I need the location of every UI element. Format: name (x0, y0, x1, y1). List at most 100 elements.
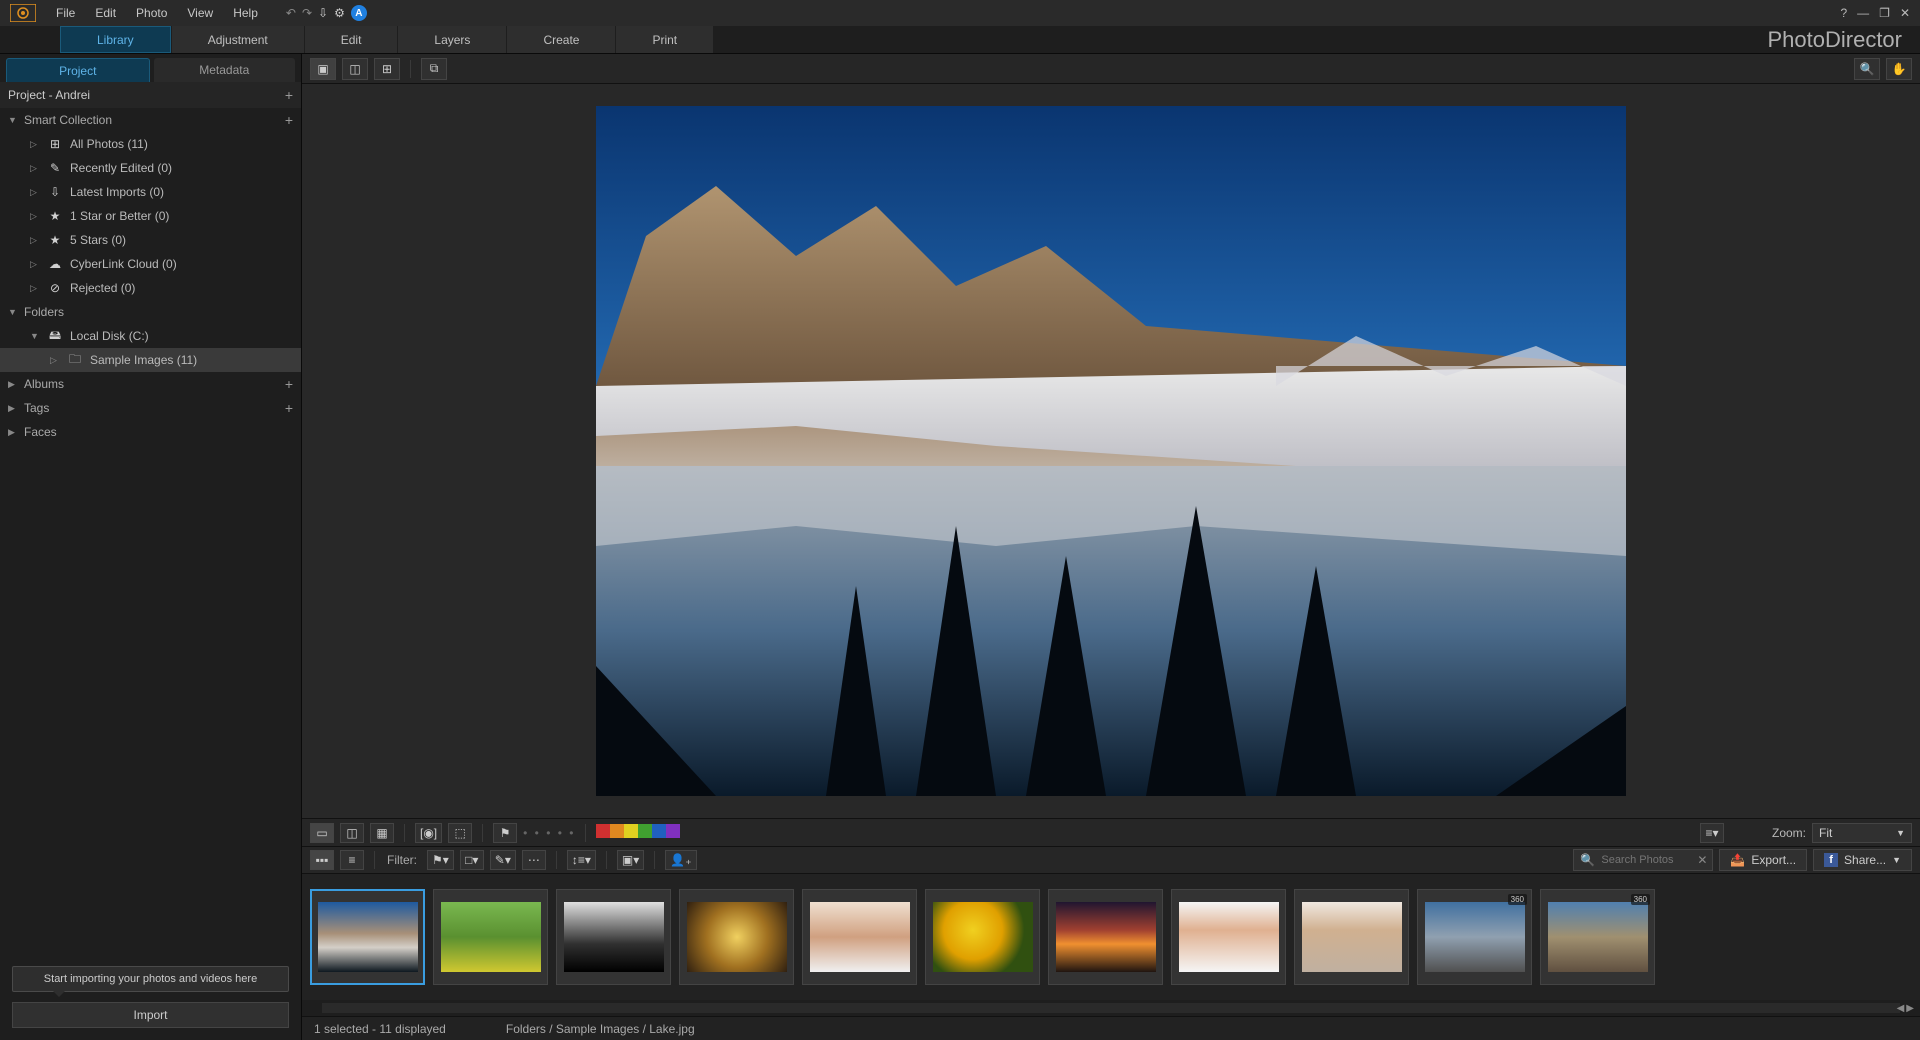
view-side-button[interactable]: ◫ (342, 58, 368, 80)
zoom-select[interactable]: Fit▼ (1812, 823, 1912, 843)
compare-button[interactable]: ⧉ (421, 58, 447, 80)
thumbnail[interactable] (433, 889, 548, 985)
help-icon[interactable]: ? (1840, 6, 1847, 20)
menu-file[interactable]: File (46, 6, 85, 20)
status-path: Folders / Sample Images / Lake.jpg (506, 1022, 695, 1036)
export-button[interactable]: 📤 Export... (1719, 849, 1807, 871)
download-icon[interactable]: ⇩ (318, 6, 328, 20)
tab-layers[interactable]: Layers (398, 26, 506, 53)
folders-header[interactable]: ▼Folders (0, 300, 301, 324)
thumbnail[interactable] (1171, 889, 1286, 985)
add-project-button[interactable]: + (285, 87, 293, 103)
thumbnail[interactable] (310, 889, 425, 985)
menu-photo[interactable]: Photo (126, 6, 177, 20)
filter-flag-button[interactable]: ⚑▾ (427, 850, 454, 870)
account-icon[interactable]: A (351, 5, 367, 21)
crop-button[interactable]: ⬚ (448, 823, 472, 843)
sidetab-project[interactable]: Project (6, 58, 150, 82)
search-box[interactable]: 🔍 ✕ (1573, 849, 1713, 871)
minimize-icon[interactable]: — (1857, 6, 1869, 20)
preview-area[interactable] (302, 84, 1920, 818)
redo-icon[interactable]: ↷ (302, 6, 312, 20)
flag-button[interactable]: ⚑ (493, 823, 517, 843)
search-icon: 🔍 (1580, 853, 1595, 867)
faces-header[interactable]: ▶Faces (0, 420, 301, 444)
filmstrip-scrollbar[interactable]: ◀▶ (302, 1000, 1920, 1016)
scroll-right-icon[interactable]: ▶ (1906, 1003, 1914, 1014)
share-button[interactable]: f Share... ▼ (1813, 849, 1912, 871)
smart-item[interactable]: ▷⊞All Photos (11) (0, 132, 301, 156)
color-label-swatch[interactable] (666, 824, 680, 838)
smart-item[interactable]: ▷☁CyberLink Cloud (0) (0, 252, 301, 276)
thumb-list-button[interactable]: ≡ (340, 850, 364, 870)
smart-collection-header[interactable]: ▼Smart Collection + (0, 108, 301, 132)
layout-grid-button[interactable]: ▦ (370, 823, 394, 843)
thumb-small-button[interactable]: ▪▪▪ (310, 850, 334, 870)
add-tag-button[interactable]: + (285, 400, 293, 416)
main-tabs: Library Adjustment Edit Layers Create Pr… (0, 26, 1920, 54)
tags-header[interactable]: ▶Tags + (0, 396, 301, 420)
filter-edit-button[interactable]: ✎▾ (490, 850, 516, 870)
tab-edit[interactable]: Edit (305, 26, 398, 53)
import-button[interactable]: Import (12, 1002, 289, 1028)
sort-order-button[interactable]: ↕≡▾ (567, 850, 596, 870)
smart-item[interactable]: ▷★1 Star or Better (0) (0, 204, 301, 228)
clear-search-icon[interactable]: ✕ (1697, 853, 1707, 867)
smart-item[interactable]: ▷⊘Rejected (0) (0, 276, 301, 300)
scroll-left-icon[interactable]: ◀ (1897, 1003, 1905, 1014)
smart-item[interactable]: ▷★5 Stars (0) (0, 228, 301, 252)
color-label-swatch[interactable] (596, 824, 610, 838)
restore-icon[interactable]: ❐ (1879, 6, 1890, 20)
thumbnail[interactable] (556, 889, 671, 985)
tab-print[interactable]: Print (616, 26, 713, 53)
thumbnail[interactable]: 360 (1417, 889, 1532, 985)
thumbnail[interactable]: 360 (1540, 889, 1655, 985)
tab-adjustment[interactable]: Adjustment (172, 26, 304, 53)
smart-item[interactable]: ▷⇩Latest Imports (0) (0, 180, 301, 204)
filter-label-button[interactable]: □▾ (460, 850, 484, 870)
close-icon[interactable]: ✕ (1900, 6, 1910, 20)
color-label-swatch[interactable] (638, 824, 652, 838)
pan-tool-button[interactable]: ✋ (1886, 58, 1912, 80)
menu-view[interactable]: View (177, 6, 223, 20)
thumbnail-image (810, 902, 910, 972)
folder-disk[interactable]: ▼ 🖴 Local Disk (C:) (0, 324, 301, 348)
menu-help[interactable]: Help (223, 6, 268, 20)
chevron-right-icon: ▷ (50, 355, 60, 366)
add-smart-collection-button[interactable]: + (285, 112, 293, 128)
thumbnail[interactable] (802, 889, 917, 985)
sort-button[interactable]: ≡▾ (1700, 823, 1724, 843)
filter-more-button[interactable]: ⋯ (522, 850, 546, 870)
view-single-button[interactable]: ▣ (310, 58, 336, 80)
tab-library[interactable]: Library (60, 26, 171, 53)
thumbnail[interactable] (925, 889, 1040, 985)
folder-sample-images[interactable]: ▷ 🗀 Sample Images (11) (0, 348, 301, 372)
add-album-button[interactable]: + (285, 376, 293, 392)
settings-gear-icon[interactable]: ⚙ (334, 6, 345, 20)
smart-item[interactable]: ▷✎Recently Edited (0) (0, 156, 301, 180)
thumbnail[interactable] (1048, 889, 1163, 985)
color-label-swatch[interactable] (610, 824, 624, 838)
tab-create[interactable]: Create (507, 26, 615, 53)
view-grid-button[interactable]: ⊞ (374, 58, 400, 80)
layout-split-button[interactable]: ◫ (340, 823, 364, 843)
sidetab-metadata[interactable]: Metadata (154, 58, 296, 82)
add-person-button[interactable]: 👤₊ (665, 850, 696, 870)
thumbnail-image (564, 902, 664, 972)
stack-button[interactable]: ▣▾ (617, 850, 644, 870)
collection-icon: ✎ (48, 161, 62, 175)
search-input[interactable] (1601, 854, 1691, 866)
zoom-tool-button[interactable]: 🔍 (1854, 58, 1880, 80)
chevron-right-icon: ▷ (30, 163, 40, 174)
menu-edit[interactable]: Edit (85, 6, 126, 20)
color-label-swatch[interactable] (624, 824, 638, 838)
layout-single-button[interactable]: ▭ (310, 823, 334, 843)
undo-icon[interactable]: ↶ (286, 6, 296, 20)
thumbnail[interactable] (1294, 889, 1409, 985)
albums-header[interactable]: ▶Albums + (0, 372, 301, 396)
color-label-swatch[interactable] (652, 824, 666, 838)
rating-stars[interactable]: • • • • • (523, 826, 575, 840)
face-tag-button[interactable]: [◉] (415, 823, 442, 843)
thumbnail[interactable] (679, 889, 794, 985)
zoom-label: Zoom: (1772, 826, 1806, 840)
